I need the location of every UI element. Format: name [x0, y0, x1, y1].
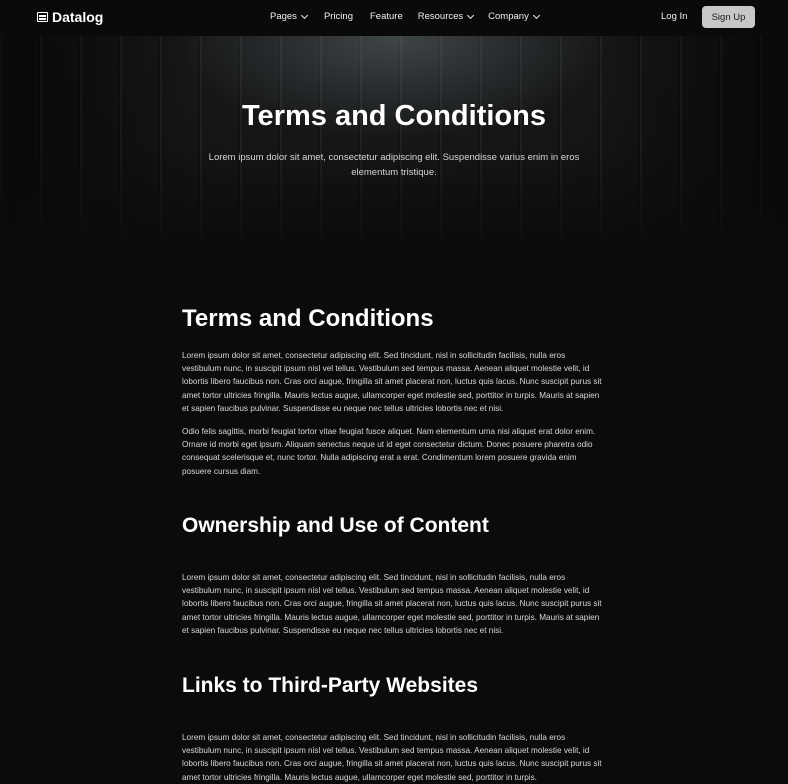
nav-company[interactable]: Company — [488, 11, 540, 22]
datalog-logo-icon — [37, 12, 48, 22]
hero-title: Terms and Conditions — [242, 100, 546, 132]
nav-company-label: Company — [488, 11, 529, 22]
section-heading-links: Links to Third-Party Websites — [182, 674, 478, 697]
signup-button[interactable]: Sign Up — [702, 6, 755, 28]
hero-section: Terms and Conditions Lorem ipsum dolor s… — [0, 36, 788, 242]
nav-resources[interactable]: Resources — [417, 11, 475, 22]
hero-fade — [0, 36, 788, 242]
nav-pages[interactable]: Pages — [270, 11, 308, 22]
navbar: Datalog Pages Pricing Feature Resources … — [0, 0, 788, 36]
chevron-down-icon — [300, 11, 308, 19]
brand-name: Datalog — [52, 9, 104, 25]
brand-logo[interactable]: Datalog — [37, 9, 103, 25]
hero-subtitle: Lorem ipsum dolor sit amet, consectetur … — [200, 150, 588, 180]
chevron-down-icon — [532, 11, 540, 19]
nav-pricing-label: Pricing — [323, 11, 353, 22]
hero-subtitle-line1: Lorem ipsum dolor sit amet, consectetur … — [208, 152, 580, 163]
nav-feature-label: Feature — [369, 11, 403, 22]
hero-subtitle-line2: elementum tristique. — [351, 167, 437, 178]
nav-resources-label: Resources — [417, 11, 464, 22]
section-links-paragraph-1: Lorem ipsum dolor sit amet, consectetur … — [182, 733, 602, 782]
section-terms-paragraph-1: Lorem ipsum dolor sit amet, consectetur … — [182, 351, 602, 413]
nav-pricing[interactable]: Pricing — [324, 11, 353, 22]
nav-pages-label: Pages — [270, 11, 297, 22]
login-link[interactable]: Log In — [661, 11, 687, 22]
nav-feature[interactable]: Feature — [370, 11, 403, 22]
section-heading-ownership: Ownership and Use of Content — [182, 514, 489, 537]
section-terms-paragraph-2: Odio felis sagittis, morbi feugiat torto… — [182, 427, 596, 476]
section-ownership-paragraph-1: Lorem ipsum dolor sit amet, consectetur … — [182, 573, 602, 635]
nav-links: Pages Pricing Feature Resources Company — [270, 11, 540, 22]
section-heading-terms: Terms and Conditions — [182, 305, 434, 332]
chevron-down-icon — [467, 11, 475, 19]
